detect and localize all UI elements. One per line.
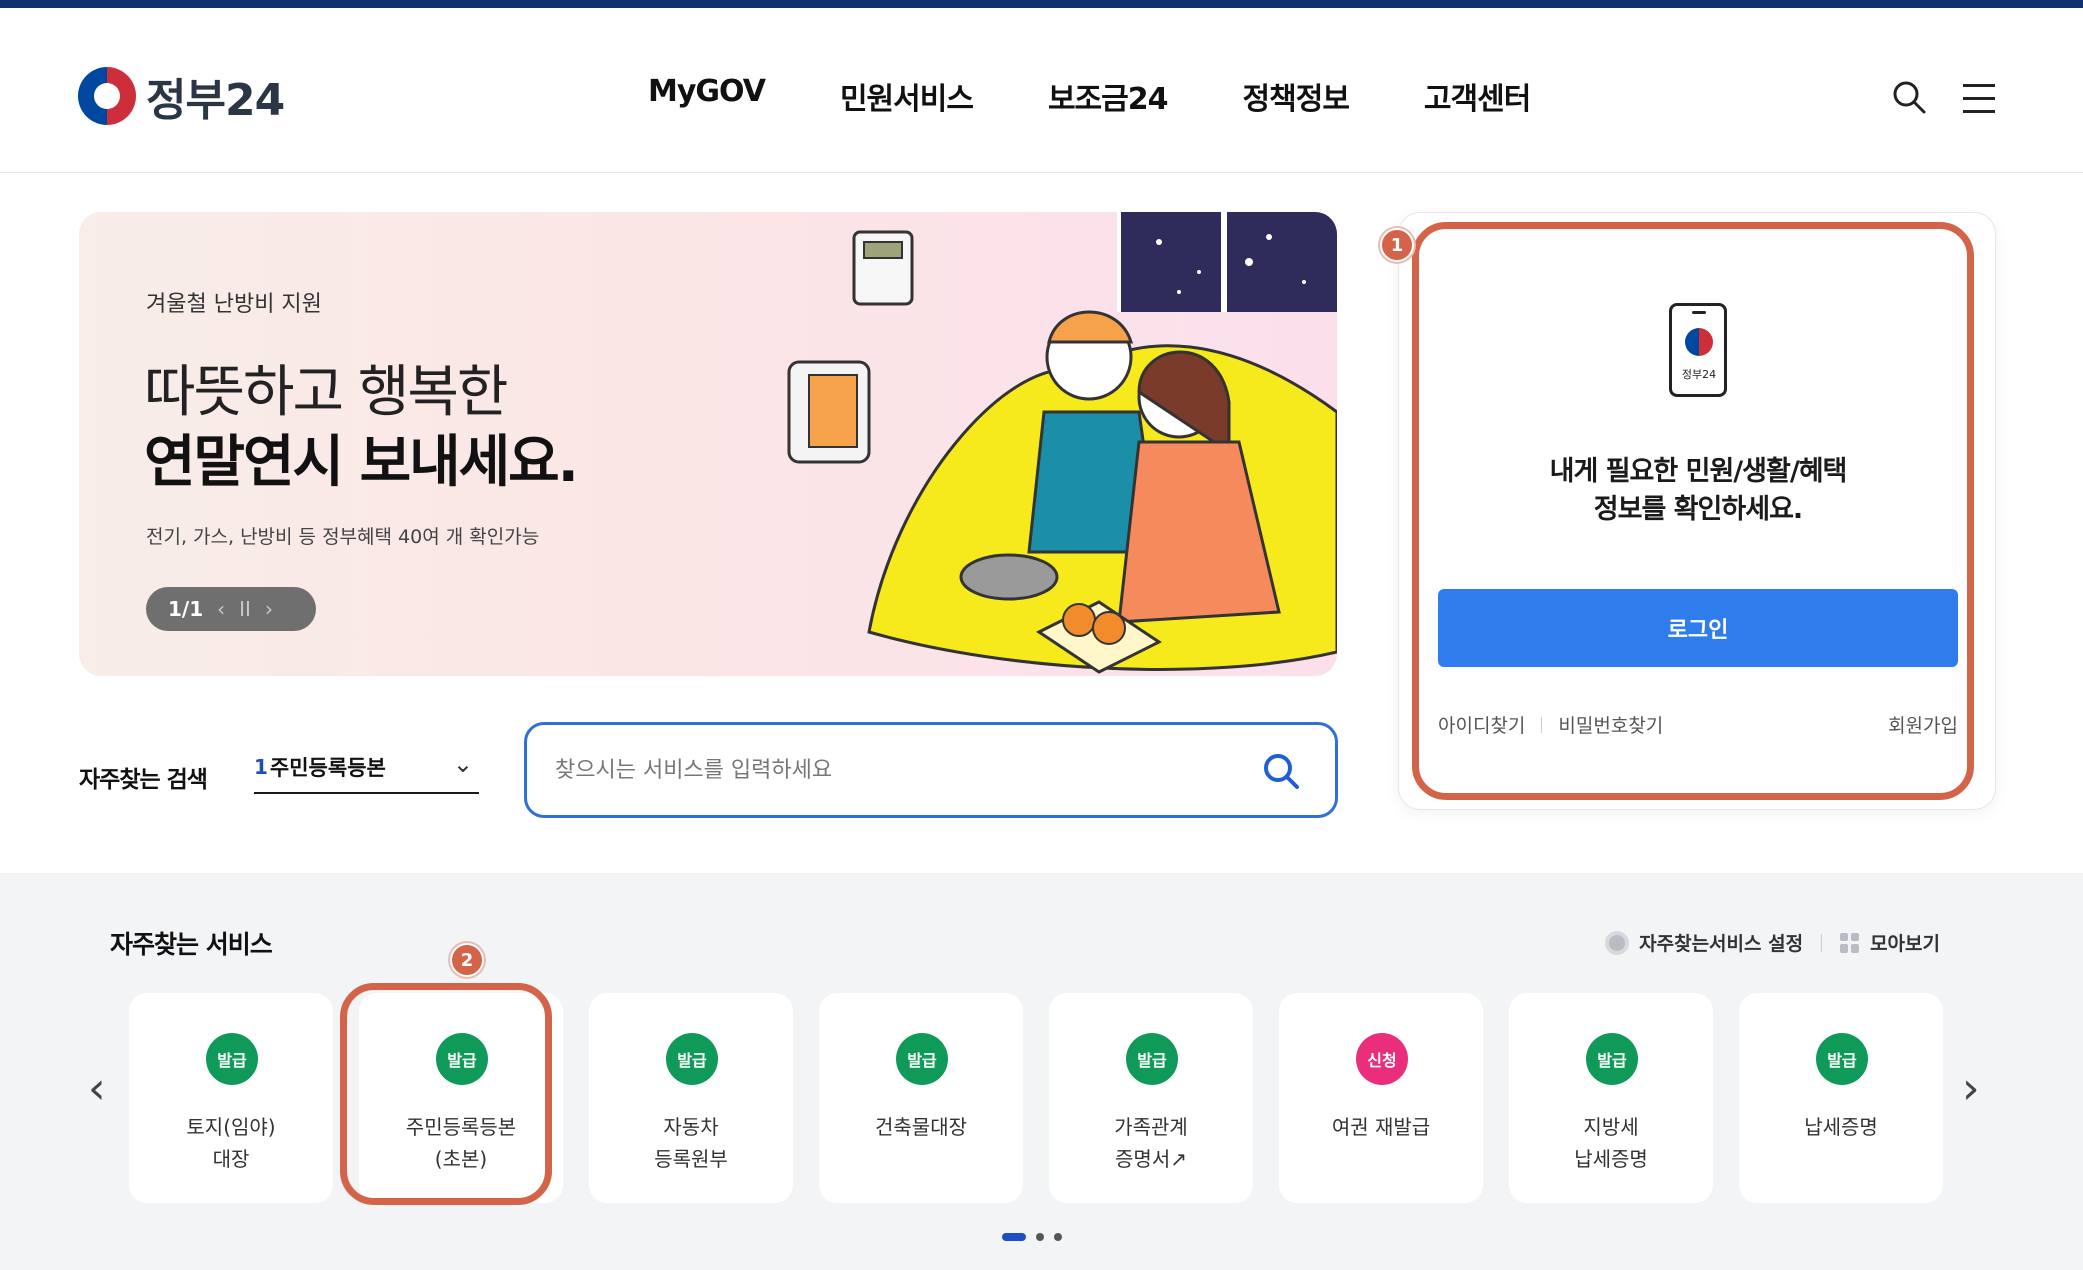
service-card-name: 가족관계 증명서↗ bbox=[1114, 1115, 1188, 1171]
banner-description: 전기, 가스, 난방비 등 정부혜택 40여 개 확인가능 bbox=[146, 526, 540, 548]
frequent-services-section: 자주찾는 서비스 자주찾는서비스 설정 모아보기 ‹ › 발급 토지(임야) 대장… bbox=[0, 873, 2083, 1270]
banner-subtitle: 겨울철 난방비 지원 bbox=[146, 292, 322, 317]
frequent-search-rank: 1 bbox=[254, 755, 268, 779]
services-settings-link[interactable]: 자주찾는서비스 설정 bbox=[1639, 929, 1803, 956]
service-card-name: 건축물대장 bbox=[875, 1115, 967, 1139]
service-card-tax-certificate[interactable]: 발급 납세증명 bbox=[1739, 993, 1943, 1203]
carousel-dot-active[interactable] bbox=[1002, 1233, 1026, 1241]
gear-icon bbox=[1605, 930, 1630, 955]
frequent-search-selected: 주민등록등본 bbox=[269, 756, 386, 780]
banner-title-line1: 따뜻하고 행복한 bbox=[144, 360, 508, 425]
search-submit-icon[interactable] bbox=[1261, 751, 1301, 791]
frequent-search-label: 자주찾는 검색 bbox=[79, 767, 208, 793]
hero-banner[interactable]: 겨울철 난방비 지원 따뜻하고 행복한 연말연시 보내세요. 전기, 가스, 난… bbox=[79, 212, 1337, 676]
service-tag-issue: 발급 bbox=[666, 1033, 718, 1085]
chevron-left-icon[interactable]: ‹ bbox=[217, 597, 225, 621]
carousel-prev-arrow-icon[interactable]: ‹ bbox=[88, 1063, 106, 1114]
pause-icon[interactable]: II bbox=[239, 597, 251, 621]
service-tag-issue: 발급 bbox=[896, 1033, 948, 1085]
services-title: 자주찾는 서비스 bbox=[110, 930, 273, 959]
main-nav: MyGOV 민원서비스 보조금24 정책정보 고객센터 bbox=[648, 74, 1605, 118]
service-card-vehicle-register[interactable]: 발급 자동차 등록원부 bbox=[589, 993, 793, 1203]
taegeuk-logo-icon bbox=[78, 67, 136, 125]
frequent-search: 자주찾는 검색 1 주민등록등본 ⌄ bbox=[79, 750, 479, 794]
top-accent-bar bbox=[0, 0, 2083, 8]
service-card-name: 납세증명 bbox=[1804, 1115, 1878, 1139]
grid-icon bbox=[1840, 932, 1860, 953]
service-tag-apply: 신청 bbox=[1356, 1033, 1408, 1085]
service-search-box bbox=[524, 722, 1338, 818]
nav-item-civil-services[interactable]: 민원서비스 bbox=[840, 74, 974, 118]
service-tag-issue: 발급 bbox=[1816, 1033, 1868, 1085]
banner-title-line2: 연말연시 보내세요. bbox=[144, 430, 579, 495]
highlight-box-login bbox=[1412, 222, 1974, 800]
nav-item-policy-info[interactable]: 정책정보 bbox=[1243, 74, 1350, 118]
carousel-dots bbox=[1002, 1233, 1062, 1241]
banner-pager-control: 1/1 ‹ II › bbox=[146, 587, 316, 631]
service-tag-issue: 발급 bbox=[206, 1033, 258, 1085]
service-card-building-register[interactable]: 발급 건축물대장 bbox=[819, 993, 1023, 1203]
hamburger-menu-icon[interactable] bbox=[1963, 84, 1995, 123]
annotation-badge-2: 2 bbox=[450, 943, 484, 977]
service-tag-issue: 발급 bbox=[1586, 1033, 1638, 1085]
site-logo[interactable]: 정부24 bbox=[78, 64, 285, 128]
service-search-input[interactable] bbox=[555, 751, 1235, 789]
carousel-dot[interactable] bbox=[1054, 1233, 1062, 1241]
services-tools: 자주찾는서비스 설정 모아보기 bbox=[1605, 929, 1940, 956]
service-card-passport-reissue[interactable]: 신청 여권 재발급 bbox=[1279, 993, 1483, 1203]
chevron-down-icon[interactable]: ⌄ bbox=[453, 750, 473, 778]
search-icon[interactable] bbox=[1892, 80, 1926, 114]
service-card-name: 지방세 납세증명 bbox=[1574, 1115, 1648, 1171]
service-card-local-tax-certificate[interactable]: 발급 지방세 납세증명 bbox=[1509, 993, 1713, 1203]
site-header: 정부24 MyGOV 민원서비스 보조금24 정책정보 고객센터 bbox=[0, 8, 2083, 173]
nav-item-subsidy24[interactable]: 보조금24 bbox=[1048, 74, 1169, 118]
service-card-land-register[interactable]: 발급 토지(임야) 대장 bbox=[129, 993, 333, 1203]
service-card-name: 자동차 등록원부 bbox=[654, 1115, 728, 1171]
banner-pager-text: 1/1 bbox=[168, 597, 204, 621]
service-tag-issue: 발급 bbox=[1126, 1033, 1178, 1085]
service-card-name: 토지(임야) 대장 bbox=[186, 1115, 276, 1171]
nav-item-customer-center[interactable]: 고객센터 bbox=[1424, 74, 1531, 118]
carousel-dot[interactable] bbox=[1036, 1233, 1044, 1241]
service-card-family-certificate[interactable]: 발급 가족관계 증명서↗ bbox=[1049, 993, 1253, 1203]
frequent-search-dropdown[interactable]: 1 주민등록등본 ⌄ bbox=[254, 742, 479, 794]
nav-item-mygov[interactable]: MyGOV bbox=[648, 74, 766, 118]
services-view-all-link[interactable]: 모아보기 bbox=[1870, 929, 1940, 956]
highlight-box-resident-registration bbox=[340, 983, 552, 1205]
annotation-badge-1: 1 bbox=[1380, 228, 1414, 262]
banner-illustration bbox=[787, 212, 1337, 674]
chevron-right-icon[interactable]: › bbox=[265, 597, 273, 621]
tools-divider bbox=[1821, 933, 1823, 952]
carousel-next-arrow-icon[interactable]: › bbox=[1962, 1063, 1980, 1114]
logo-text: 정부24 bbox=[146, 75, 285, 126]
service-card-name: 여권 재발급 bbox=[1331, 1115, 1431, 1139]
